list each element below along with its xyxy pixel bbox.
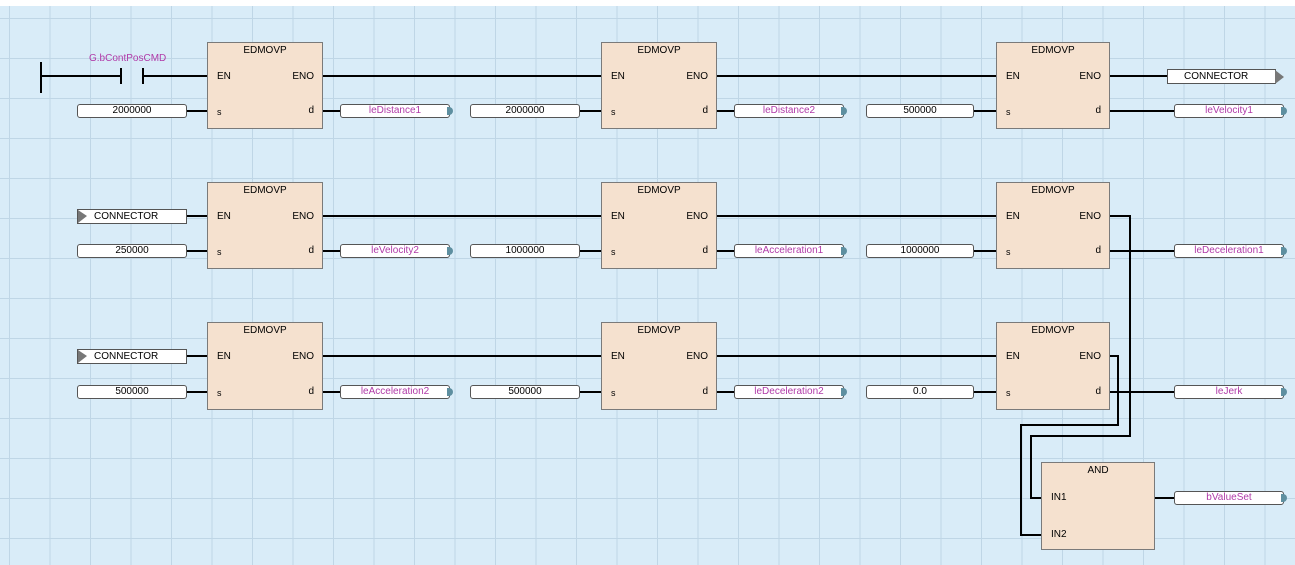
- function-block-edmovp[interactable]: EDMOVP EN ENO s d: [601, 182, 717, 269]
- function-block-and[interactable]: AND IN1 IN2: [1041, 462, 1155, 550]
- pin-d: d: [308, 386, 314, 397]
- pin-d: d: [702, 105, 708, 116]
- input-constant[interactable]: 2000000: [470, 104, 580, 118]
- input-constant[interactable]: 1000000: [866, 244, 974, 258]
- pin-d: d: [702, 245, 708, 256]
- output-variable[interactable]: bValueSet: [1174, 491, 1287, 505]
- pin-en: EN: [1006, 351, 1020, 362]
- output-variable[interactable]: leJerk: [1174, 385, 1287, 399]
- block-title: EDMOVP: [243, 45, 287, 56]
- pin-s: s: [1006, 388, 1011, 398]
- function-block-edmovp[interactable]: EDMOVP EN ENO s d: [996, 42, 1110, 129]
- pin-en: EN: [217, 351, 231, 362]
- block-title: EDMOVP: [1031, 185, 1075, 196]
- output-variable[interactable]: leDeceleration2: [734, 385, 847, 399]
- pin-eno: ENO: [1079, 71, 1101, 82]
- pin-en: EN: [217, 211, 231, 222]
- block-title: EDMOVP: [637, 185, 681, 196]
- input-constant[interactable]: 500000: [77, 385, 187, 399]
- pin-s: s: [217, 107, 222, 117]
- function-block-edmovp[interactable]: EDMOVP EN ENO s d: [996, 182, 1110, 269]
- pin-en: EN: [217, 71, 231, 82]
- output-variable[interactable]: leDistance1: [340, 104, 453, 118]
- pin-eno: ENO: [686, 351, 708, 362]
- ladder-canvas: G.bContPosCMD CONNECTOR CONNECTOR CONNEC…: [0, 0, 1295, 565]
- pin-eno: ENO: [292, 71, 314, 82]
- output-variable[interactable]: leAcceleration1: [734, 244, 847, 258]
- block-title: AND: [1087, 465, 1109, 476]
- function-block-edmovp[interactable]: EDMOVP EN ENO s d: [601, 322, 717, 410]
- pin-s: s: [1006, 247, 1011, 257]
- pin-s: s: [611, 107, 616, 117]
- pin-s: s: [217, 388, 222, 398]
- pin-d: d: [1095, 386, 1101, 397]
- pin-en: EN: [611, 211, 625, 222]
- input-constant[interactable]: 500000: [470, 385, 580, 399]
- function-block-edmovp[interactable]: EDMOVP EN ENO s d: [207, 322, 323, 410]
- output-variable[interactable]: leAcceleration2: [340, 385, 453, 399]
- connector-in-row3[interactable]: CONNECTOR: [77, 349, 187, 364]
- output-variable[interactable]: leVelocity2: [340, 244, 453, 258]
- input-constant[interactable]: 2000000: [77, 104, 187, 118]
- block-title: EDMOVP: [243, 185, 287, 196]
- pin-s: s: [1006, 107, 1011, 117]
- function-block-edmovp[interactable]: EDMOVP EN ENO s d: [996, 322, 1110, 410]
- input-constant[interactable]: 0.0: [866, 385, 974, 399]
- input-constant[interactable]: 250000: [77, 244, 187, 258]
- block-title: EDMOVP: [1031, 45, 1075, 56]
- pin-d: d: [702, 386, 708, 397]
- contact-label[interactable]: G.bContPosCMD: [89, 53, 166, 64]
- pin-d: d: [1095, 105, 1101, 116]
- output-variable[interactable]: leVelocity1: [1174, 104, 1287, 118]
- connector-in-row2[interactable]: CONNECTOR: [77, 209, 187, 224]
- block-title: EDMOVP: [637, 45, 681, 56]
- pin-d: d: [308, 245, 314, 256]
- pin-eno: ENO: [1079, 351, 1101, 362]
- pin-s: s: [217, 247, 222, 257]
- block-title: EDMOVP: [243, 325, 287, 336]
- pin-eno: ENO: [686, 71, 708, 82]
- input-constant[interactable]: 1000000: [470, 244, 580, 258]
- output-variable[interactable]: leDeceleration1: [1174, 244, 1287, 258]
- block-title: EDMOVP: [1031, 325, 1075, 336]
- pin-eno: ENO: [292, 351, 314, 362]
- pin-in2: IN2: [1051, 529, 1067, 540]
- function-block-edmovp[interactable]: EDMOVP EN ENO s d: [601, 42, 717, 129]
- pin-in1: IN1: [1051, 492, 1067, 503]
- pin-d: d: [308, 105, 314, 116]
- pin-en: EN: [1006, 71, 1020, 82]
- input-constant[interactable]: 500000: [866, 104, 974, 118]
- pin-eno: ENO: [292, 211, 314, 222]
- pin-en: EN: [1006, 211, 1020, 222]
- function-block-edmovp[interactable]: EDMOVP EN ENO s d: [207, 42, 323, 129]
- pin-eno: ENO: [686, 211, 708, 222]
- pin-eno: ENO: [1079, 211, 1101, 222]
- connector-out[interactable]: CONNECTOR: [1167, 69, 1284, 84]
- pin-s: s: [611, 247, 616, 257]
- pin-en: EN: [611, 71, 625, 82]
- pin-s: s: [611, 388, 616, 398]
- block-title: EDMOVP: [637, 325, 681, 336]
- pin-d: d: [1095, 245, 1101, 256]
- function-block-edmovp[interactable]: EDMOVP EN ENO s d: [207, 182, 323, 269]
- output-variable[interactable]: leDistance2: [734, 104, 847, 118]
- pin-en: EN: [611, 351, 625, 362]
